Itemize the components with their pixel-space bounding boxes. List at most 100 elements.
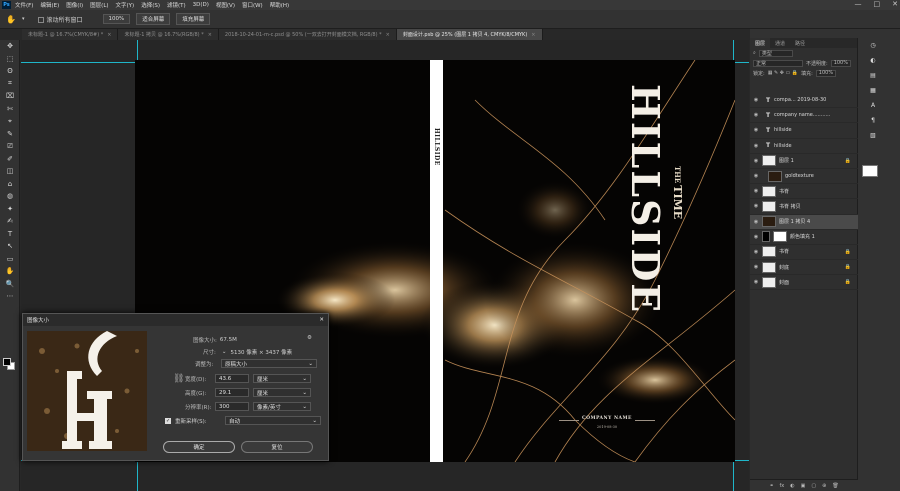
color-swatch-panel[interactable]	[862, 165, 878, 177]
eye-icon[interactable]: ◉	[750, 112, 762, 118]
folder-icon[interactable]: ▢	[811, 483, 816, 489]
close-icon[interactable]: ✕	[319, 317, 324, 323]
clone-stamp-icon[interactable]: ✐	[0, 153, 20, 166]
lasso-tool-icon[interactable]: ʘ	[0, 65, 20, 78]
close-icon[interactable]: ×	[107, 32, 111, 38]
blend-mode-select[interactable]: 正常	[753, 59, 803, 67]
close-icon[interactable]: ✕	[892, 0, 898, 8]
menu-select[interactable]: 选择(S)	[141, 1, 160, 9]
reset-button[interactable]: 复位	[241, 441, 313, 453]
eye-icon[interactable]: ◉	[750, 173, 762, 179]
eye-icon[interactable]: ◉	[750, 203, 762, 209]
link-icon[interactable]: ⚭	[769, 483, 773, 489]
close-icon[interactable]: ×	[208, 32, 212, 38]
menu-3d[interactable]: 3D(D)	[193, 2, 209, 8]
swatches-icon[interactable]: ▧	[866, 128, 880, 143]
eye-icon[interactable]: ◉	[750, 264, 762, 270]
trash-icon[interactable]: 🗑	[832, 483, 838, 489]
frame-tool-icon[interactable]: ✄	[0, 103, 20, 116]
zoom-100-button[interactable]: 100%	[102, 14, 131, 24]
resample-checkbox[interactable]: ✓	[165, 417, 171, 424]
constrain-proportions-icon[interactable]: ⛓	[173, 374, 184, 384]
resolution-input[interactable]: 300	[215, 402, 249, 411]
minimize-icon[interactable]: —	[855, 0, 862, 8]
more-tools-icon[interactable]: ⋯	[0, 290, 20, 303]
adjustments-icon[interactable]: ◐	[866, 53, 880, 68]
menu-view[interactable]: 视图(V)	[216, 1, 235, 9]
layer-row[interactable]: ◉ 颜色填充 1	[750, 230, 858, 245]
eye-icon[interactable]: ◉	[750, 279, 762, 285]
menu-filter[interactable]: 滤镜(T)	[167, 1, 186, 9]
chevron-down-icon[interactable]: ▾	[22, 16, 25, 22]
eye-icon[interactable]: ◉	[750, 234, 762, 240]
quick-select-tool-icon[interactable]: ⌗	[0, 78, 20, 91]
character-icon[interactable]: A	[866, 98, 880, 113]
eraser-tool-icon[interactable]: ⌂	[0, 178, 20, 191]
menu-type[interactable]: 文字(Y)	[116, 1, 135, 9]
scroll-all-windows-checkbox[interactable]: 滚动所有窗口	[38, 15, 83, 24]
layer-row[interactable]: ◉ 图层 1 🔒	[750, 154, 858, 169]
fx-icon[interactable]: fx	[780, 483, 785, 489]
layer-row[interactable]: ◉ 书脊	[750, 184, 858, 200]
doc-tab-1[interactable]: 未标题-1 @ 16.7%(CMYK/8#) * ×	[22, 29, 119, 40]
doc-tab-active[interactable]: 封面设计.psb @ 25% (图层 1 拷贝 4, CMYK/8/CMYK) ×	[396, 29, 543, 40]
eye-icon[interactable]: ◉	[750, 158, 762, 164]
menu-layer[interactable]: 图层(L)	[90, 1, 108, 9]
adjustment-icon[interactable]: ◐	[790, 483, 794, 489]
tab-layers[interactable]: 图层	[750, 38, 771, 48]
layer-row[interactable]: ◉ 封面 🔒	[750, 275, 858, 291]
brush-tool-icon[interactable]: ⎚	[0, 140, 20, 153]
fit-screen-button[interactable]: 适合屏幕	[136, 13, 171, 25]
tab-paths[interactable]: 路径	[790, 38, 810, 48]
resample-select[interactable]: 自动 ⌄	[225, 416, 321, 425]
crop-tool-icon[interactable]: ⌧	[0, 90, 20, 103]
menu-help[interactable]: 帮助(H)	[270, 1, 289, 9]
type-tool-icon[interactable]: T	[0, 228, 20, 241]
eyedropper-tool-icon[interactable]: ⌖	[0, 115, 20, 128]
eye-icon[interactable]: ◉	[750, 143, 762, 149]
opacity-input[interactable]: 100%	[830, 59, 851, 67]
fill-screen-button[interactable]: 填充屏幕	[176, 13, 211, 25]
layer-row[interactable]: ◉ Thillside	[750, 123, 858, 139]
layer-kind-filter[interactable]: 类型	[758, 49, 793, 57]
layer-row[interactable]: ◉ 书脊 🔒	[750, 245, 858, 261]
close-icon[interactable]: ×	[386, 32, 390, 38]
menu-window[interactable]: 窗口(W)	[242, 1, 263, 9]
layer-row[interactable]: ◉ 书脊 拷贝	[750, 199, 858, 215]
foreground-color-swatch[interactable]	[3, 358, 11, 366]
tab-channels[interactable]: 通道	[770, 38, 790, 48]
layer-row[interactable]: ◉ Tcompany name...........	[750, 108, 858, 124]
properties-icon[interactable]: ▦	[866, 83, 880, 98]
pen-tool-icon[interactable]: ✍	[0, 215, 20, 228]
layer-row[interactable]: ◉ Thillside	[750, 139, 858, 154]
width-unit-select[interactable]: 厘米 ⌄	[253, 374, 311, 383]
menu-image[interactable]: 图像(I)	[66, 1, 83, 9]
layers-icon[interactable]: ▤	[866, 68, 880, 83]
resolution-unit-select[interactable]: 像素/英寸 ⌄	[253, 402, 311, 411]
hand-tool-icon[interactable]: ✋	[6, 15, 16, 24]
width-input[interactable]: 43.6	[215, 374, 249, 383]
eye-icon[interactable]: ◉	[750, 249, 762, 255]
settings-gear-icon[interactable]: ⚙	[307, 335, 312, 341]
history-icon[interactable]: ◷	[866, 38, 880, 53]
menu-edit[interactable]: 编辑(E)	[40, 1, 59, 9]
blur-tool-icon[interactable]: ✦	[0, 203, 20, 216]
eye-icon[interactable]: ◉	[750, 97, 762, 103]
layer-row[interactable]: ◉ 封底 🔒	[750, 260, 858, 276]
healing-brush-icon[interactable]: ✎	[0, 128, 20, 141]
layer-row[interactable]: ◉ goldtexture	[750, 169, 858, 185]
fit-to-select[interactable]: 原稿大小 ⌄	[221, 359, 317, 368]
height-unit-select[interactable]: 厘米 ⌄	[253, 388, 311, 397]
paragraph-icon[interactable]: ¶	[866, 113, 880, 128]
lock-icons[interactable]: ▦ ✎ ✥ ▭ 🔒	[768, 70, 798, 76]
checkbox-box[interactable]	[38, 17, 45, 23]
move-tool-icon[interactable]: ✥	[0, 40, 20, 53]
fill-input[interactable]: 100%	[815, 69, 837, 77]
rectangle-tool-icon[interactable]: ▭	[0, 253, 20, 266]
marquee-tool-icon[interactable]: ⬚	[0, 53, 20, 66]
close-icon[interactable]: ×	[531, 32, 535, 38]
mask-icon[interactable]: ▣	[801, 483, 806, 489]
menu-file[interactable]: 文件(F)	[15, 1, 33, 9]
doc-tab-2[interactable]: 未标题-1 拷贝 @ 16.7%(RGB/8) * ×	[118, 29, 219, 40]
layer-row-selected[interactable]: ◉ 图层 1 拷贝 4	[750, 214, 858, 230]
